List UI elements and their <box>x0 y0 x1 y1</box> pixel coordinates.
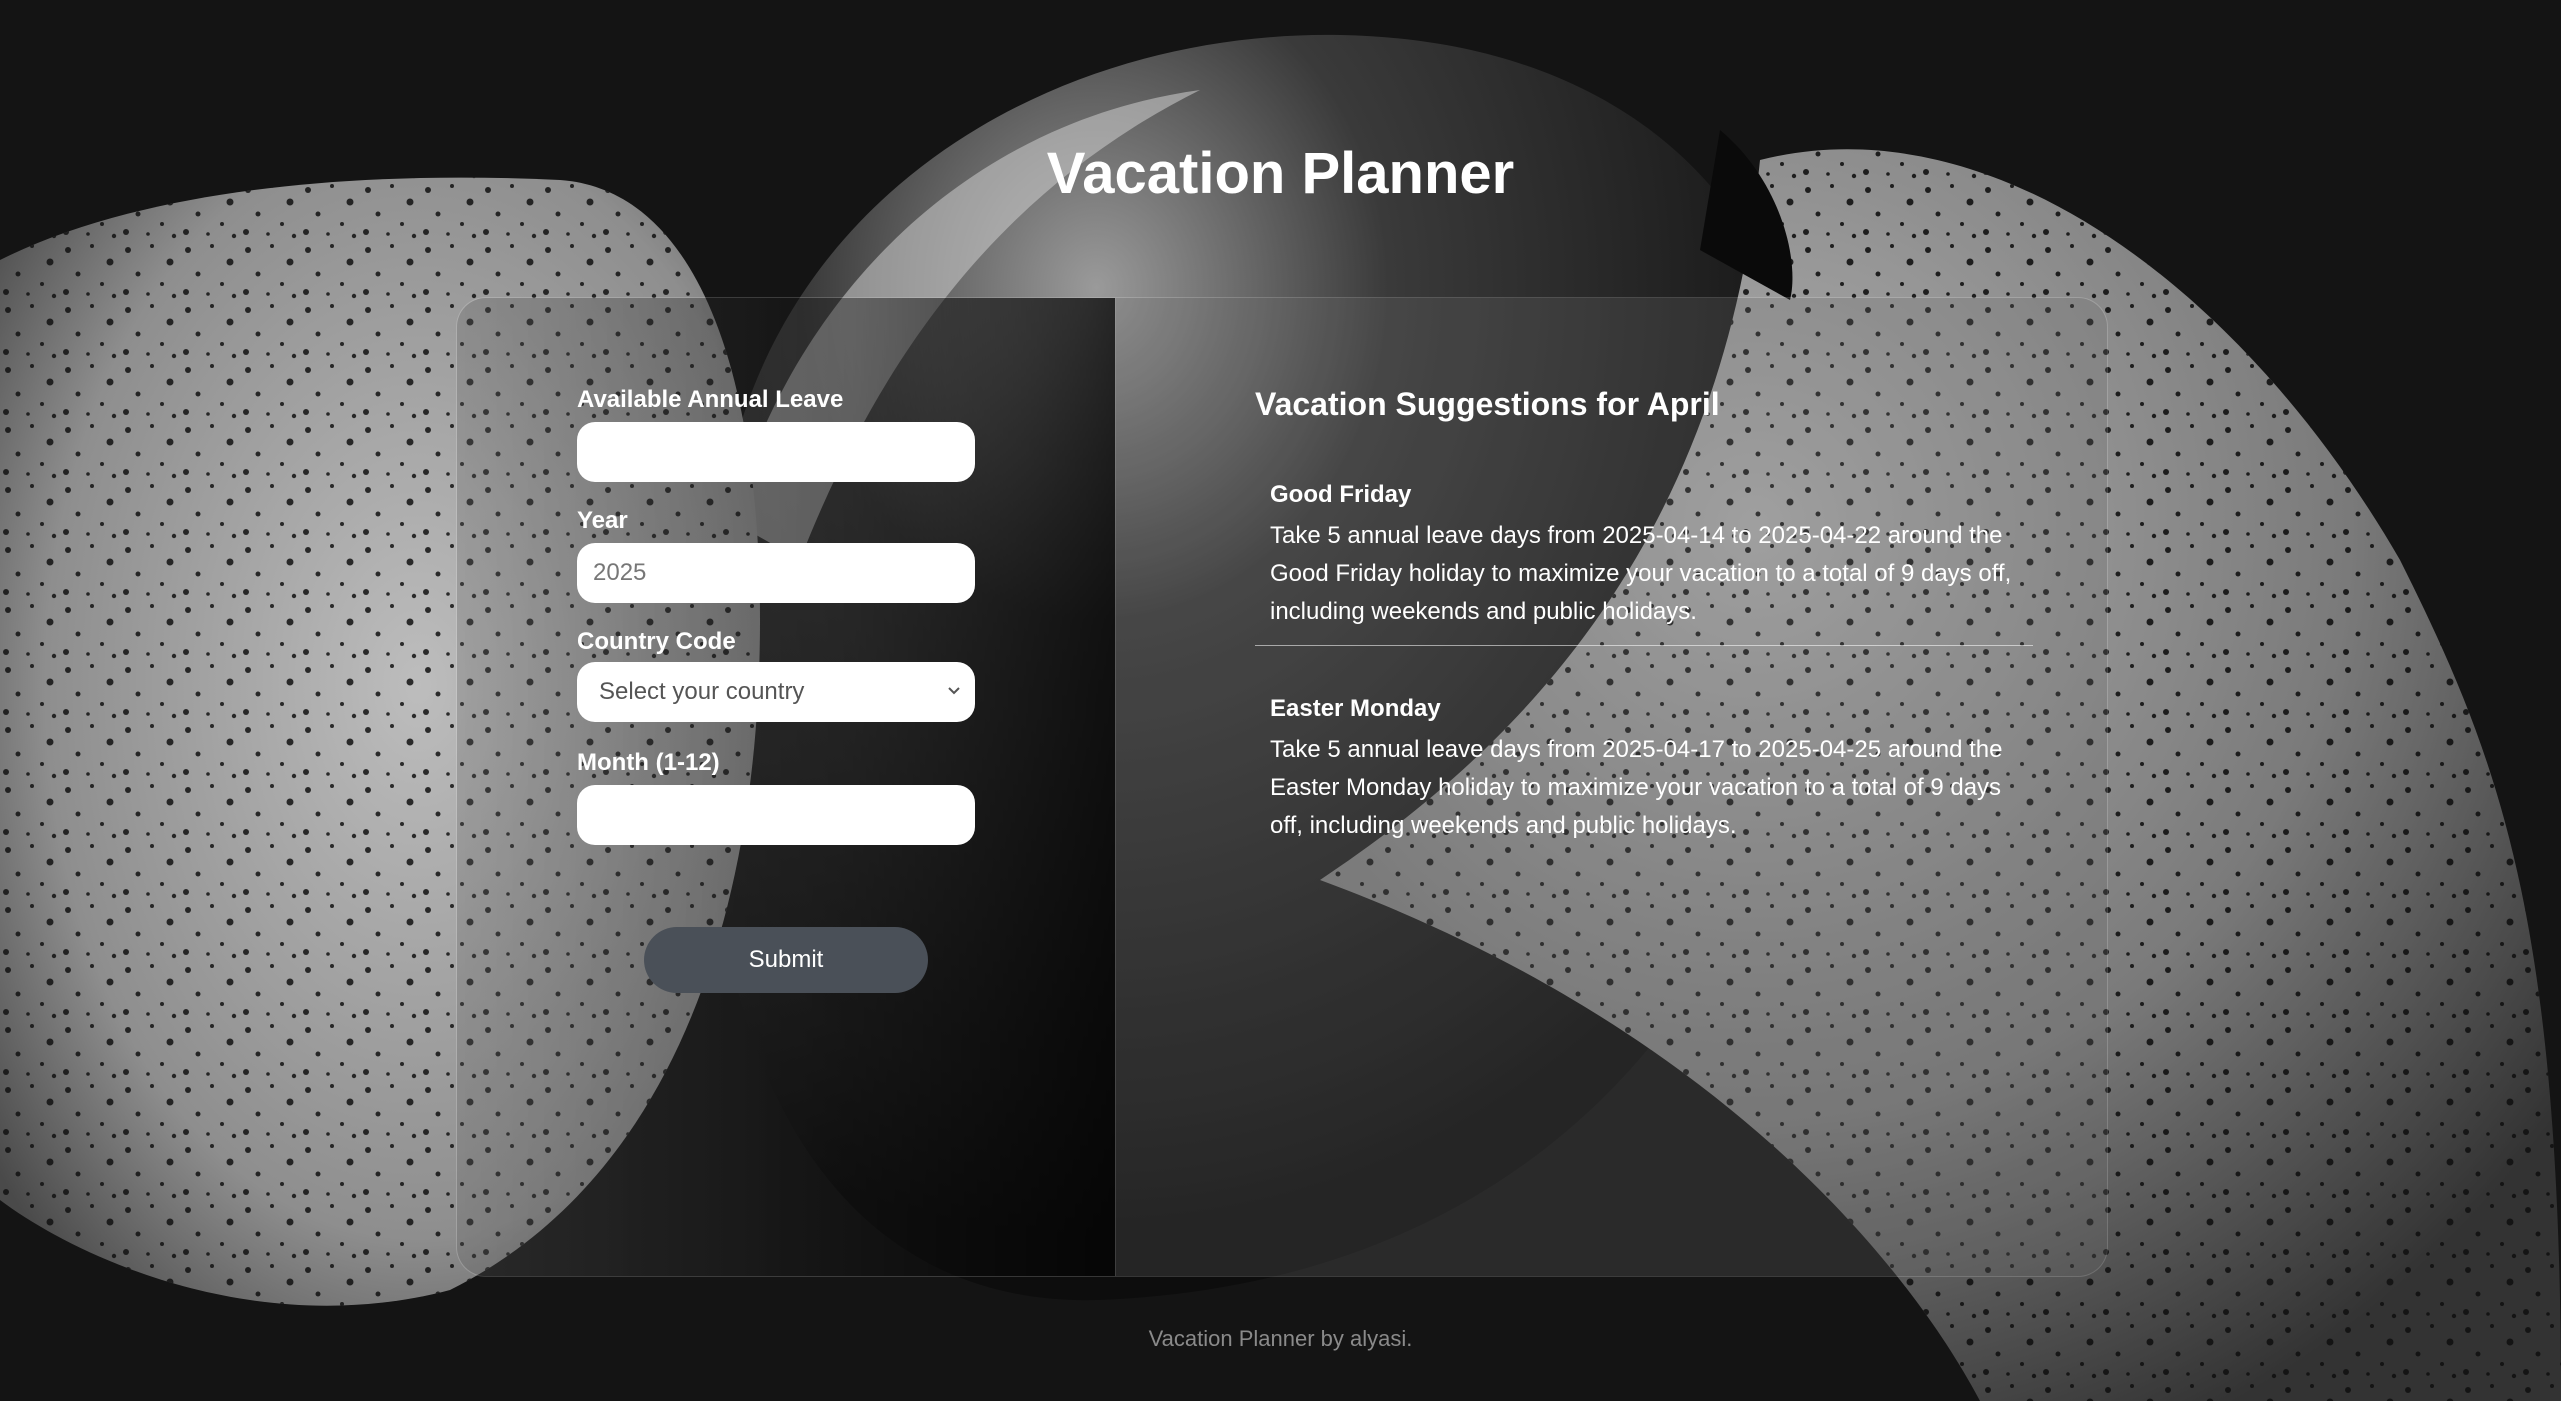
country-select[interactable]: Select your country <box>577 662 975 722</box>
suggestion-item: Easter Monday Take 5 annual leave days f… <box>1255 695 2033 845</box>
suggestion-holiday: Good Friday <box>1270 481 1412 508</box>
suggestion-text: Take 5 annual leave days from 2025-04-17… <box>1270 736 2003 839</box>
chevron-down-icon <box>948 687 960 695</box>
country-select-value: Select your country <box>599 678 805 705</box>
results-title: Vacation Suggestions for April <box>1255 386 1720 422</box>
form-panel: Available Annual Leave Year Country Code… <box>457 298 1116 1276</box>
annual-leave-input[interactable] <box>577 422 975 482</box>
results-panel: Vacation Suggestions for April Good Frid… <box>1116 298 2107 1276</box>
month-label: Month (1-12) <box>577 749 720 776</box>
suggestion-text: Take 5 annual leave days from 2025-04-14… <box>1270 522 2012 625</box>
footer-credit: Vacation Planner by alyasi. <box>1148 1326 1413 1351</box>
country-code-label: Country Code <box>577 628 736 655</box>
suggestion-item: Good Friday Take 5 annual leave days fro… <box>1255 481 2033 631</box>
page-title: Vacation Planner <box>1046 141 1515 206</box>
planner-card: Available Annual Leave Year Country Code… <box>456 297 2108 1277</box>
suggestion-holiday: Easter Monday <box>1270 695 1441 722</box>
year-label: Year <box>577 507 628 534</box>
month-input[interactable] <box>577 785 975 845</box>
year-input[interactable] <box>577 543 975 603</box>
divider <box>1255 645 2033 646</box>
annual-leave-label: Available Annual Leave <box>577 386 844 413</box>
submit-button[interactable]: Submit <box>644 927 928 993</box>
